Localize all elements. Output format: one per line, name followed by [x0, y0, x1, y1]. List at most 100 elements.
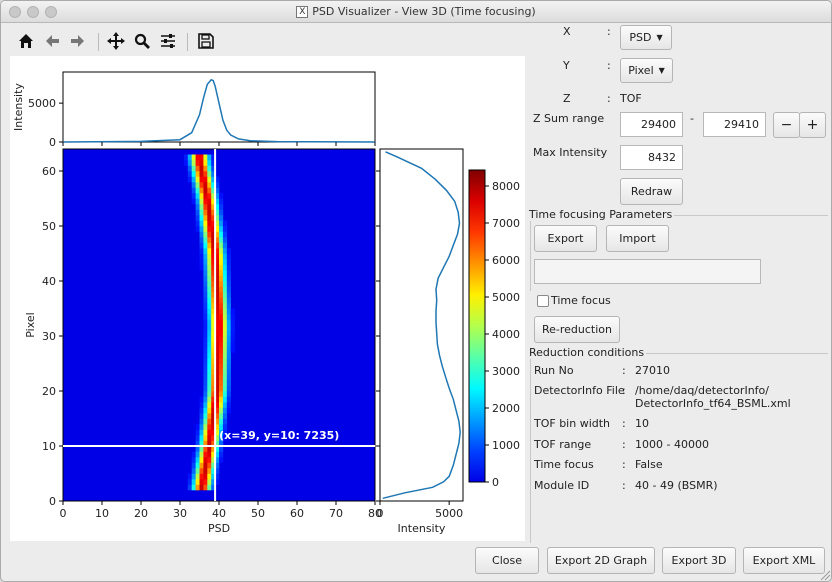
time-focus-checkbox[interactable] [537, 295, 549, 307]
heatmap-cell [219, 193, 224, 199]
heatmap-cell [207, 259, 212, 265]
heatmap-cell [222, 330, 228, 337]
x-tick-label: 10 [95, 507, 109, 520]
heatmap-cell [199, 237, 204, 243]
toolbar-divider [187, 33, 188, 51]
tof-bin-width-value: 10 [635, 417, 649, 430]
window-minimize-control[interactable] [27, 6, 39, 18]
heatmap-cell [226, 297, 231, 304]
heatmap-cell [199, 215, 204, 221]
heatmap-cell [207, 176, 212, 183]
heatmap-cell [187, 479, 192, 485]
colon-separator: : [622, 479, 626, 492]
back-arrow-icon[interactable] [41, 31, 63, 51]
heatmap-cell [222, 253, 228, 260]
colorbar-tick-label: 8000 [492, 180, 520, 193]
y-axis-select[interactable]: Pixel ▼ [620, 58, 673, 83]
heatmap-cell [219, 281, 224, 287]
heatmap-cell [207, 165, 212, 172]
heatmap-cell [199, 248, 204, 254]
heatmap-cell [203, 270, 208, 276]
x-tick-label: 50 [251, 507, 265, 520]
colon-separator: : [607, 25, 611, 38]
heatmap-cell [207, 198, 212, 205]
heatmap-cell [199, 429, 204, 436]
configure-subplots-icon[interactable] [157, 31, 179, 51]
heatmap-cell [207, 154, 212, 161]
heatmap-cell [222, 407, 228, 414]
heatmap-cell [195, 424, 200, 430]
export-params-button[interactable]: Export [534, 225, 597, 252]
side-profile-frame [379, 148, 464, 502]
export-2d-graph-button[interactable]: Export 2D Graph [547, 547, 655, 574]
window-zoom-control[interactable] [45, 6, 57, 18]
heatmap-cell [203, 187, 208, 194]
close-button[interactable]: Close [475, 547, 539, 574]
heatmap-cell [195, 165, 200, 172]
y-axis-title: Pixel [24, 312, 37, 337]
forward-arrow-icon[interactable] [67, 31, 89, 51]
increment-button[interactable]: + [799, 112, 826, 138]
heatmap-cell [226, 391, 231, 397]
x-tick-label: 30 [173, 507, 187, 520]
heatmap-cell [203, 473, 208, 480]
heatmap-cell [207, 242, 212, 249]
title-bar: X PSD Visualizer - View 3D (Time focusing… [1, 1, 831, 23]
heatmap-cell [222, 374, 228, 381]
heatmap-cell [203, 358, 208, 364]
max-intensity-input[interactable]: 8432 [620, 145, 683, 170]
heatmap-cell [199, 176, 204, 183]
heatmap-cell [207, 231, 212, 238]
heatmap-cell [203, 193, 208, 199]
heatmap-cell [226, 380, 231, 386]
heatmap-cell [226, 396, 231, 403]
heatmap-cell [219, 402, 224, 408]
save-floppy-icon[interactable] [195, 31, 217, 51]
params-path-field[interactable] [534, 259, 761, 284]
x-axis-select-value: PSD [629, 31, 652, 44]
heatmap-cell [226, 363, 231, 370]
heatmap-cell [226, 374, 231, 381]
heatmap-cell [207, 424, 212, 430]
zoom-magnifier-icon[interactable] [131, 31, 153, 51]
heatmap-cell [203, 374, 208, 381]
heatmap-cell [219, 303, 224, 309]
heatmap-cell [207, 226, 212, 232]
plot-canvas[interactable]: (x=39, y=10: 7235) 0 10 20 30 40 50 60 70 80 PSD 0 1… [10, 56, 525, 541]
heatmap-cell [199, 253, 204, 260]
heatmap-cell [203, 204, 208, 210]
re-reduction-button[interactable]: Re-reduction [534, 316, 620, 343]
heatmap-cell [226, 253, 231, 260]
redraw-button[interactable]: Redraw [620, 178, 683, 205]
heatmap-cell [199, 204, 204, 210]
resize-grip-icon[interactable] [819, 569, 831, 581]
import-params-button[interactable]: Import [606, 225, 669, 252]
heatmap-cell [199, 182, 204, 188]
z-sum-to-input[interactable]: 29410 [703, 112, 766, 137]
heatmap-cell [207, 358, 212, 364]
heatmap-cell [219, 215, 224, 221]
heatmap-cell [219, 275, 224, 282]
x-axis-select[interactable]: PSD ▼ [620, 25, 672, 50]
z-sum-from-input[interactable]: 29400 [620, 112, 683, 137]
heatmap-cell [219, 286, 224, 293]
heatmap-cell [226, 319, 231, 326]
heatmap-cell [222, 418, 228, 425]
export-xml-button[interactable]: Export XML [743, 547, 825, 574]
run-no-key: Run No [534, 364, 574, 377]
y-tick-label: 30 [42, 330, 56, 343]
window-close-control[interactable] [9, 6, 21, 18]
heatmap-cell [203, 171, 208, 177]
export-3d-button[interactable]: Export 3D [662, 547, 736, 574]
heatmap-cell [203, 451, 208, 458]
chart-figure[interactable]: (x=39, y=10: 7235)0 10 20 30 40 50 60 70 80PSD01… [10, 56, 525, 541]
time-focusing-group-title: Time focusing Parameters [529, 208, 675, 221]
heatmap-cell [207, 457, 212, 463]
heatmap-cell [203, 259, 208, 265]
heatmap-cell [199, 462, 204, 469]
pan-move-icon[interactable] [105, 31, 127, 51]
decrement-button[interactable]: − [773, 112, 800, 138]
heatmap-cell [222, 325, 228, 331]
home-icon[interactable] [15, 31, 37, 51]
heatmap-cell [191, 468, 196, 474]
